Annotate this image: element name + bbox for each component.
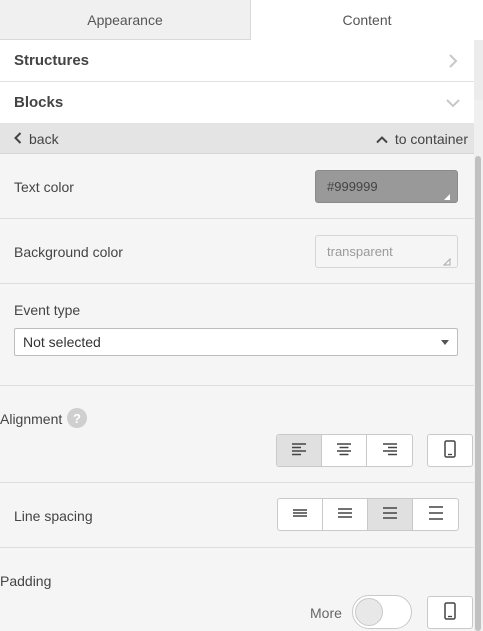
to-container-link[interactable]: to container [376, 131, 468, 147]
mobile-icon [444, 440, 456, 461]
line-spacing-icon [382, 506, 398, 523]
resize-corner-icon [443, 189, 451, 200]
toggle-knob [355, 598, 383, 626]
align-left-button[interactable] [277, 435, 322, 466]
scrollbar-thumb[interactable] [475, 156, 481, 631]
mobile-alignment-button[interactable] [427, 434, 473, 467]
chevron-right-icon [446, 53, 460, 68]
text-color-value: #999999 [327, 179, 378, 194]
padding-label: Padding [0, 573, 52, 589]
more-label: More [310, 605, 342, 621]
scrollbar-upper-track [474, 40, 483, 100]
mobile-padding-button[interactable] [427, 596, 473, 629]
mobile-icon [444, 602, 456, 623]
background-color-value: transparent [327, 244, 393, 259]
line-spacing-option-3[interactable] [368, 499, 413, 530]
blocks-section-header[interactable]: Blocks [0, 82, 474, 124]
tab-bar: Appearance Content [0, 0, 483, 40]
divider [0, 283, 474, 284]
divider [0, 547, 474, 548]
back-label: back [29, 130, 59, 147]
help-icon[interactable]: ? [67, 408, 87, 428]
back-link[interactable]: back [14, 131, 59, 147]
chevron-down-icon [446, 96, 460, 110]
divider [0, 482, 474, 483]
tab-appearance[interactable]: Appearance [0, 0, 251, 40]
line-spacing-option-4[interactable] [413, 499, 458, 530]
align-left-icon [291, 442, 307, 459]
to-container-label: to container [394, 130, 468, 147]
resize-corner-icon [442, 254, 451, 266]
alignment-label: Alignment [0, 411, 63, 427]
line-spacing-icon [428, 506, 444, 523]
line-spacing-label: Line spacing [14, 508, 93, 524]
more-toggle[interactable] [352, 595, 412, 629]
tab-content[interactable]: Content [251, 0, 483, 40]
line-spacing-option-2[interactable] [323, 499, 368, 530]
line-spacing-button-group [277, 498, 459, 531]
line-spacing-icon [292, 506, 308, 523]
chevron-up-icon [376, 131, 388, 147]
dropdown-arrow-icon [441, 340, 449, 345]
divider [0, 385, 474, 386]
block-navigation-bar: back to container [0, 124, 474, 154]
line-spacing-icon [337, 506, 353, 523]
text-color-label: Text color [14, 179, 74, 195]
blocks-title: Blocks [14, 94, 64, 111]
divider [0, 218, 474, 219]
background-color-label: Background color [14, 244, 123, 260]
align-center-button[interactable] [322, 435, 367, 466]
event-type-label: Event type [14, 302, 81, 318]
structures-title: Structures [14, 52, 90, 69]
align-right-icon [382, 442, 398, 459]
align-right-button[interactable] [367, 435, 412, 466]
chevron-left-icon [14, 131, 22, 147]
event-type-selected: Not selected [23, 334, 101, 350]
line-spacing-option-1[interactable] [278, 499, 323, 530]
structures-section-header[interactable]: Structures [0, 40, 474, 82]
background-color-picker[interactable]: transparent [315, 235, 458, 268]
text-color-picker[interactable]: #999999 [315, 170, 458, 203]
event-type-select[interactable]: Not selected [14, 328, 458, 356]
alignment-button-group [276, 434, 413, 467]
align-center-icon [336, 442, 352, 459]
